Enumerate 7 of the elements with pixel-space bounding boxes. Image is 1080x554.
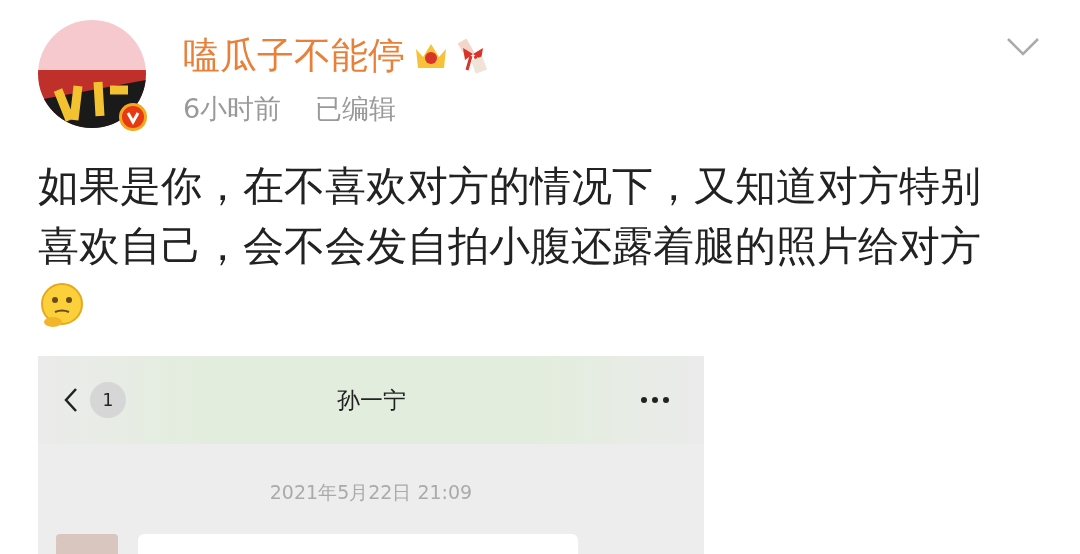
unread-count-badge: 1	[90, 382, 126, 418]
edited-label: 已编辑	[315, 92, 397, 126]
post-time: 6小时前	[183, 92, 282, 126]
post-text: 如果是你，在不喜欢对方的情况下，又知道对方特别喜欢自己，会不会发自拍小腹还露着腿的照片给对方	[38, 161, 982, 272]
message-timestamp: 2021年5月22日 21:09	[268, 480, 474, 505]
chat-title: 孙一宁	[335, 385, 407, 415]
author-name[interactable]: 嗑瓜子不能停	[183, 34, 405, 78]
